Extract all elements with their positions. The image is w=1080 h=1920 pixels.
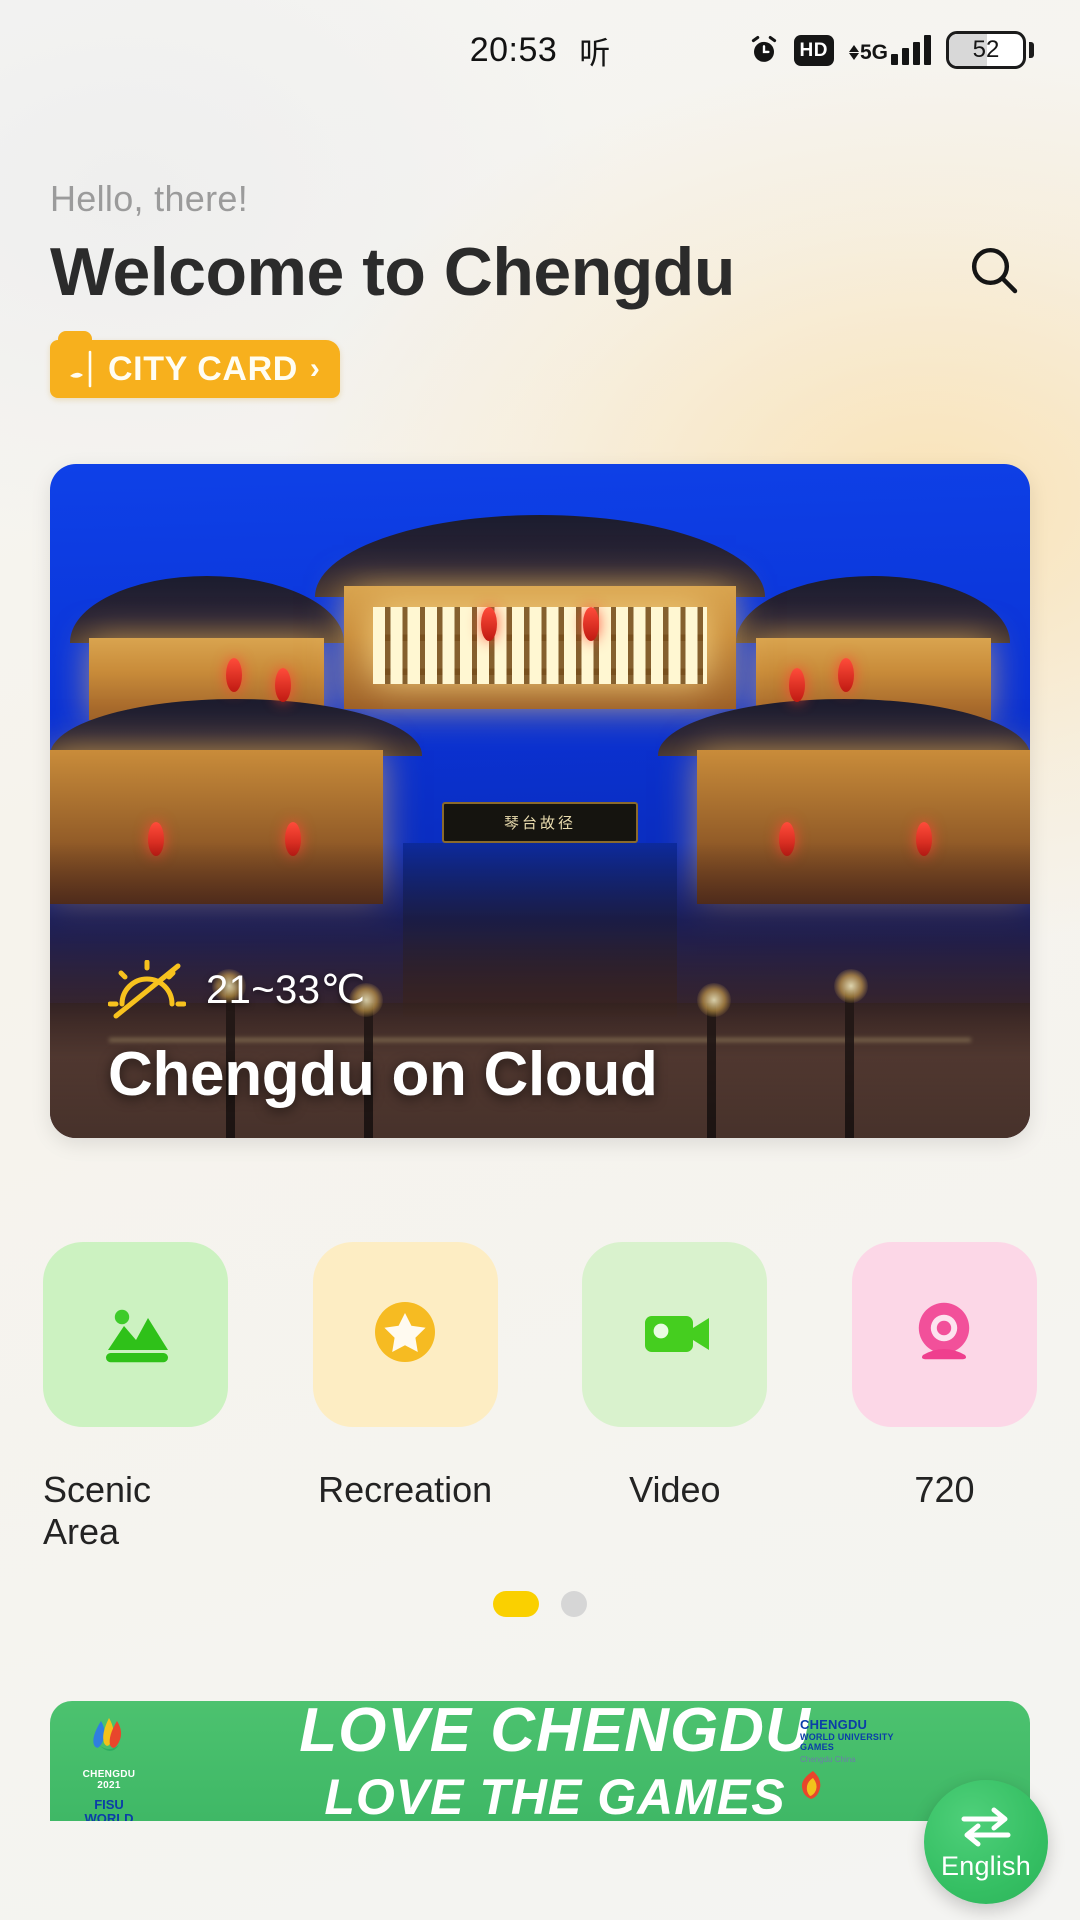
hd-icon: HD	[793, 34, 834, 66]
language-toggle-button[interactable]: English	[924, 1780, 1048, 1904]
status-bar-right: HD 5G 52	[749, 31, 1034, 69]
language-label: English	[941, 1850, 1031, 1881]
tile-label: 720	[914, 1469, 975, 1511]
signal-bars-icon	[891, 35, 931, 65]
tile-icon-box	[582, 1242, 768, 1428]
fisu-caption: CHENGDU 2021	[82, 1769, 136, 1792]
quick-access-tiles: Scenic Area Recreation Video 720	[0, 1242, 1080, 1553]
tile-label: Video	[629, 1469, 721, 1511]
battery-level: 52	[972, 36, 1000, 63]
battery-icon: 52	[946, 31, 1034, 69]
promo-banner[interactable]: CHENGDU 2021 FISU WORLD UNIVERSITY GAMES…	[50, 1701, 1030, 1822]
pagination-dot-active[interactable]	[493, 1591, 539, 1618]
tile-icon-box	[851, 1242, 1037, 1428]
mountain-image-icon	[88, 1284, 184, 1385]
banner-line-1: LOVE CHENGDU	[299, 1701, 811, 1766]
search-button[interactable]	[958, 236, 1030, 308]
swap-arrows-icon	[958, 1805, 1014, 1847]
tile-video[interactable]: Video	[582, 1242, 768, 1553]
tile-scenic-area[interactable]: Scenic Area	[43, 1242, 228, 1553]
data-arrows-icon	[848, 45, 859, 60]
chengdu-flame-logo	[800, 1771, 826, 1804]
city-card-button[interactable]: CITY CARD ›	[50, 331, 340, 399]
network-label: 5G	[859, 41, 888, 64]
card-icon	[64, 350, 98, 388]
hero-title: Chengdu on Cloud	[108, 1040, 658, 1110]
status-bar: 20:53 听 HD 5G 52	[0, 0, 1080, 100]
city-card-label: CITY CARD	[108, 350, 298, 389]
search-icon	[966, 242, 1022, 303]
fisu-subtitle: FISU WORLD UNIVERSITY GAMES	[84, 1797, 134, 1822]
tile-recreation[interactable]: Recreation	[312, 1242, 498, 1553]
panorama-camera-icon	[896, 1284, 992, 1385]
page-header: Hello, there! Welcome to Chengdu CITY CA…	[0, 100, 1080, 399]
page-title: Welcome to Chengdu	[50, 234, 735, 310]
gate-plaque: 琴台故径	[442, 801, 638, 843]
tile-icon-box	[312, 1242, 498, 1428]
alarm-clock-icon	[749, 35, 779, 65]
chengdu-logo-line2: WORLD UNIVERSITY GAMES	[800, 1732, 894, 1753]
tile-label: Recreation	[318, 1469, 493, 1511]
weather-overlay: 21~33℃	[108, 960, 366, 1020]
temperature-text: 21~33℃	[206, 968, 366, 1013]
video-camera-icon	[627, 1284, 723, 1385]
network-indicator: 5G	[848, 35, 931, 65]
fisu-games-logo: CHENGDU 2021 FISU WORLD UNIVERSITY GAMES	[72, 1715, 146, 1821]
title-row: Welcome to Chengdu	[50, 236, 1030, 308]
greeting-text: Hello, there!	[50, 178, 248, 219]
tile-720[interactable]: 720	[851, 1242, 1037, 1553]
chengdu-logo-line3: Chengdu China	[800, 1755, 856, 1765]
hero-card[interactable]: 琴台故径 21~33℃ Chengdu on Cloud	[50, 464, 1030, 1139]
chevron-right-icon: ›	[309, 352, 320, 386]
chengdu-logo: CHENGDU WORLD UNIVERSITY GAMES Chengdu C…	[800, 1717, 930, 1805]
sunrise-icon	[108, 960, 186, 1020]
pagination-dot[interactable]	[561, 1591, 587, 1618]
5g-icon: 5G	[848, 41, 888, 64]
tiles-pagination[interactable]	[0, 1591, 1080, 1618]
star-badge-icon	[357, 1284, 453, 1385]
tile-icon-box	[43, 1242, 228, 1428]
chengdu-logo-line1: CHENGDU	[800, 1717, 868, 1733]
listening-indicator: 听	[579, 35, 611, 72]
home-screen: 20:53 听 HD 5G 52 Hello, there! Welcome t…	[0, 0, 1080, 1920]
status-time: 20:53	[469, 30, 558, 69]
tile-label: Scenic Area	[43, 1469, 152, 1553]
